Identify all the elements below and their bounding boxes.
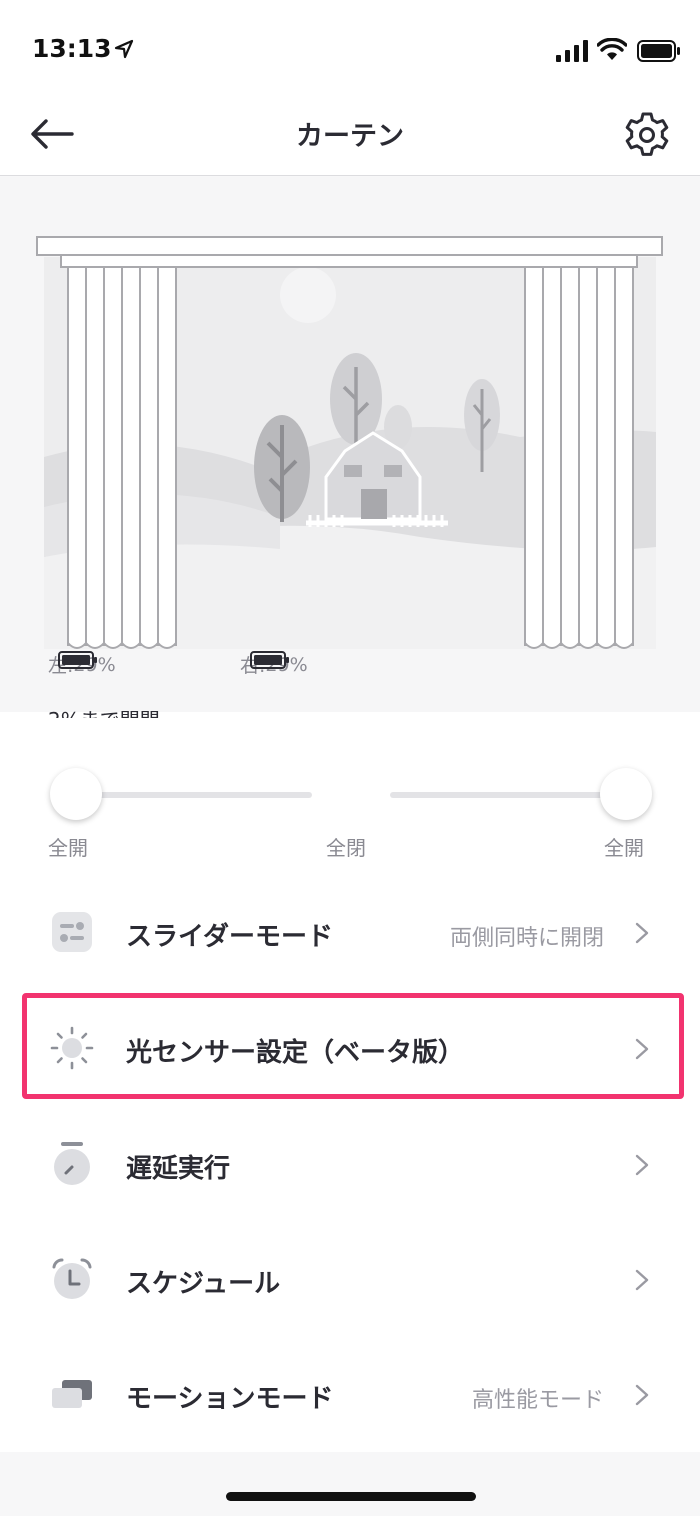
- right-battery-status: 右: 29%: [240, 651, 308, 678]
- slider-mode-label: スライダーモード: [126, 922, 333, 952]
- motion-mode-row[interactable]: モーションモード 高性能モード: [0, 1344, 700, 1444]
- control-panel: 2%まで開閉 全開 全閉 全開 スライダーモード 両側同時に開閉 光センサー設定…: [0, 708, 700, 1452]
- gear-icon[interactable]: [622, 110, 672, 160]
- chevron-right-icon: [635, 1269, 649, 1291]
- home-indicator-area: [0, 1452, 700, 1516]
- curtain-illustration: 左: 29% 右: 29%: [0, 177, 700, 712]
- chevron-right-icon: [635, 1384, 649, 1406]
- back-arrow-icon[interactable]: [28, 114, 76, 154]
- battery-icon: [58, 651, 97, 669]
- chevron-right-icon: [635, 1154, 649, 1176]
- slider-mode-icon: [52, 912, 92, 952]
- light-sensor-label: 光センサー設定（ベータ版）: [126, 1038, 465, 1068]
- chevron-right-icon: [635, 922, 649, 944]
- sun-icon: [50, 1026, 94, 1070]
- delay-label: 遅延実行: [126, 1154, 231, 1184]
- battery-icon: [637, 40, 680, 62]
- wifi-icon: [597, 38, 627, 60]
- battery-icon: [250, 651, 289, 669]
- slider-range-label: 2%まで開閉: [48, 704, 160, 718]
- light-sensor-row[interactable]: 光センサー設定（ベータ版）: [0, 998, 700, 1098]
- motion-mode-icon: [52, 1380, 92, 1408]
- slider-label-mid: 全閉: [326, 836, 366, 860]
- slider-mode-row[interactable]: スライダーモード 両側同時に開閉: [0, 882, 700, 982]
- slider-label-right: 全開: [604, 836, 644, 860]
- location-arrow-icon: [114, 39, 134, 59]
- page-title: カーテン: [296, 121, 404, 152]
- cellular-signal-icon: [556, 40, 588, 62]
- left-curtain: [67, 266, 177, 649]
- nav-bar: カーテン: [0, 100, 700, 176]
- schedule-row[interactable]: スケジュール: [0, 1229, 700, 1329]
- motion-mode-value: 高性能モード: [471, 1388, 604, 1413]
- motion-mode-label: モーションモード: [126, 1384, 334, 1414]
- schedule-label: スケジュール: [126, 1269, 281, 1299]
- slider-label-left: 全開: [48, 836, 88, 860]
- status-time: 13:13: [32, 34, 112, 63]
- timer-icon: [54, 1142, 90, 1185]
- left-slider-handle[interactable]: [50, 768, 102, 820]
- left-battery-status: 左: 29%: [48, 651, 116, 678]
- curtain-scene: [36, 236, 663, 649]
- slider-mode-value: 両側同時に開閉: [449, 926, 604, 951]
- right-slider-handle[interactable]: [600, 768, 652, 820]
- right-curtain: [524, 266, 634, 649]
- home-indicator[interactable]: [226, 1492, 476, 1501]
- chevron-right-icon: [635, 1038, 649, 1060]
- alarm-clock-icon: [52, 1258, 92, 1299]
- delay-row[interactable]: 遅延実行: [0, 1114, 700, 1214]
- status-bar: 13:13: [0, 0, 700, 100]
